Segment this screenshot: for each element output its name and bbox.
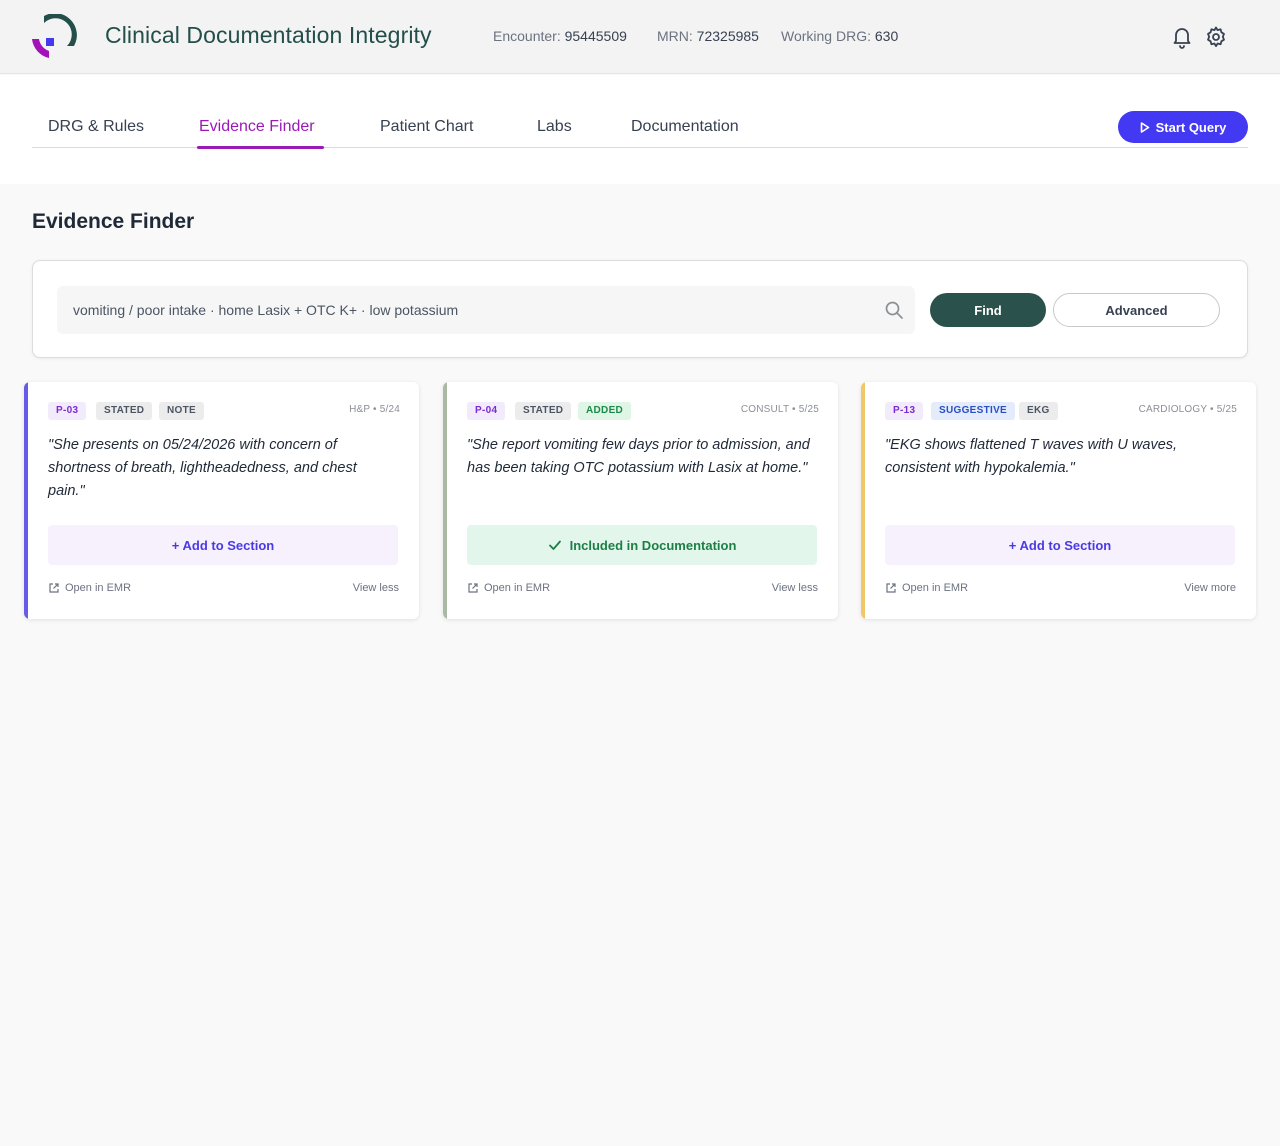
tab-documentation[interactable]: Documentation bbox=[631, 118, 739, 136]
open-in-emr-link[interactable]: Open in EMR bbox=[885, 582, 968, 594]
evidence-quote: "She presents on 05/24/2026 with concern… bbox=[48, 437, 357, 499]
tab-drg-rules[interactable]: DRG & Rules bbox=[48, 118, 144, 136]
start-query-button[interactable]: Start Query bbox=[1118, 111, 1248, 143]
included-label: Included in Documentation bbox=[569, 537, 737, 553]
external-link-icon bbox=[468, 583, 478, 593]
tag-badge: EKG bbox=[1019, 402, 1058, 420]
card-accent-bar bbox=[24, 382, 28, 619]
evidence-card: P-03 STATED NOTE H&P • 5/24 "She present… bbox=[24, 382, 419, 619]
nav-panel: DRG & Rules Evidence Finder Patient Char… bbox=[0, 75, 1280, 184]
suggestive-badge: SUGGESTIVE bbox=[931, 402, 1016, 420]
mrn-value: 72325985 bbox=[696, 28, 759, 44]
add-to-section-button[interactable]: + Add to Section bbox=[48, 525, 398, 565]
added-badge: ADDED bbox=[578, 402, 632, 420]
evidence-quote: "EKG shows flattened T waves with U wave… bbox=[885, 437, 1178, 476]
add-to-section-button[interactable]: + Add to Section bbox=[885, 525, 1235, 565]
find-button[interactable]: Find bbox=[930, 293, 1046, 327]
included-in-documentation-button[interactable]: Included in Documentation bbox=[467, 525, 817, 565]
evidence-card: P-04 STATED ADDED CONSULT • 5/25 "She re… bbox=[443, 382, 838, 619]
open-in-emr-label: Open in EMR bbox=[65, 582, 132, 594]
add-to-section-label: + Add to Section bbox=[1008, 537, 1112, 553]
encounter-info: Encounter: 95445509 bbox=[493, 28, 627, 44]
evidence-id-badge: P-04 bbox=[467, 402, 506, 420]
drg-value: 630 bbox=[874, 28, 899, 44]
card-accent-bar bbox=[861, 382, 865, 619]
app-title: Clinical Documentation Integrity bbox=[105, 22, 432, 48]
app-logo-icon bbox=[32, 14, 77, 58]
external-link-icon bbox=[886, 583, 896, 593]
tag-badge: STATED bbox=[515, 402, 572, 420]
evidence-id-badge: P-03 bbox=[48, 402, 87, 420]
open-in-emr-link[interactable]: Open in EMR bbox=[467, 582, 550, 594]
bell-icon[interactable] bbox=[1170, 25, 1194, 49]
active-tab-indicator bbox=[197, 146, 324, 149]
view-more-link[interactable]: View more bbox=[1184, 582, 1236, 594]
search-icon[interactable] bbox=[884, 300, 904, 320]
tab-patient-chart[interactable]: Patient Chart bbox=[380, 118, 473, 136]
gear-icon[interactable] bbox=[1204, 25, 1228, 49]
tab-labs[interactable]: Labs bbox=[537, 118, 572, 136]
evidence-source: H&P • 5/24 bbox=[349, 404, 400, 415]
drg-label: Working DRG: bbox=[781, 28, 871, 44]
open-in-emr-label: Open in EMR bbox=[484, 582, 551, 594]
mrn-label: MRN: bbox=[657, 28, 693, 44]
top-header: Clinical Documentation Integrity Encount… bbox=[0, 0, 1280, 74]
encounter-value: 95445509 bbox=[564, 28, 627, 44]
page-title: Evidence Finder bbox=[32, 210, 195, 233]
start-query-label: Start Query bbox=[1155, 119, 1227, 135]
encounter-label: Encounter: bbox=[493, 28, 561, 44]
evidence-source: CONSULT • 5/25 bbox=[740, 404, 819, 415]
evidence-source: CARDIOLOGY • 5/25 bbox=[1138, 404, 1237, 415]
open-in-emr-link[interactable]: Open in EMR bbox=[48, 582, 131, 594]
search-panel: Find Advanced bbox=[32, 260, 1248, 358]
working-drg-info: Working DRG: 630 bbox=[781, 28, 898, 44]
evidence-card: P-13 SUGGESTIVE EKG CARDIOLOGY • 5/25 "E… bbox=[861, 382, 1256, 619]
open-in-emr-label: Open in EMR bbox=[902, 582, 969, 594]
advanced-button[interactable]: Advanced bbox=[1053, 293, 1220, 327]
external-link-icon bbox=[49, 583, 59, 593]
check-icon bbox=[548, 540, 561, 550]
add-to-section-label: + Add to Section bbox=[171, 537, 275, 553]
search-input[interactable] bbox=[57, 286, 915, 334]
tag-badge: STATED bbox=[96, 402, 153, 420]
evidence-quote: "She report vomiting few days prior to a… bbox=[467, 437, 810, 476]
evidence-id-badge: P-13 bbox=[885, 402, 924, 420]
play-icon bbox=[1140, 121, 1149, 133]
card-accent-bar bbox=[443, 382, 447, 619]
tab-evidence-finder[interactable]: Evidence Finder bbox=[199, 118, 315, 136]
view-less-link[interactable]: View less bbox=[772, 582, 818, 594]
mrn-info: MRN: 72325985 bbox=[657, 28, 759, 44]
view-less-link[interactable]: View less bbox=[353, 582, 399, 594]
tag-badge: NOTE bbox=[159, 402, 204, 420]
